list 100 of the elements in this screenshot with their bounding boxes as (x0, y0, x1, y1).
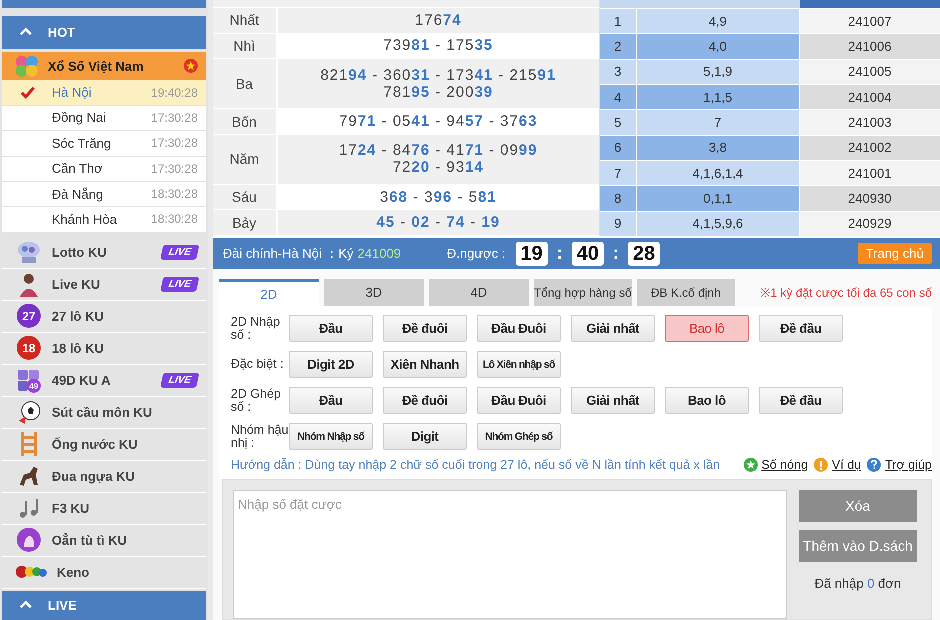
bet-type-button[interactable]: Đề đầu (759, 315, 843, 342)
bet-type-button[interactable]: Lô Xiên nhập số (477, 351, 561, 378)
lottery-item[interactable]: Đà Nẵng 18:30:28 (2, 182, 206, 208)
game-item[interactable]: 49 49D KU A LIVE (2, 364, 206, 397)
help-link[interactable]: Số nóng (744, 458, 808, 472)
table-cell: 4 (600, 84, 637, 110)
countdown-digits: 40 (572, 242, 604, 266)
result-numbers: 17674 (415, 12, 462, 29)
game-item[interactable]: Keno (2, 556, 206, 589)
guide-text: Hướng dẫn : Dùng tay nhập 2 chữ số cuối trong 27 lô, nếu số về N lần tính kết quả x lần (231, 458, 722, 472)
game-item[interactable]: Sút cầu môn KU (2, 396, 206, 429)
draw-time: 17:30:28 (151, 136, 198, 150)
section-header[interactable]: LIVE (2, 590, 206, 620)
draw-time: 18:30:28 (151, 187, 198, 202)
bet-input-field[interactable]: Nhập số đặt cược (233, 490, 787, 619)
game-label: Sút cầu môn KU (52, 404, 154, 420)
table-cell: 1 (600, 9, 637, 34)
result-numbers: 73981 - 17535 (384, 37, 494, 54)
bet-type-button[interactable]: Digit (383, 423, 467, 450)
bet-type-button[interactable]: Bao lô (665, 387, 749, 414)
lottery-item[interactable]: Khánh Hòa 18:30:28 (2, 207, 206, 233)
bet-type-button[interactable]: Nhóm Nhập số (289, 423, 373, 450)
bet-type-button[interactable]: Nhóm Ghép số (477, 423, 561, 450)
tab[interactable]: ĐB K.cố định (637, 279, 735, 306)
category-item[interactable]: Xổ Số Việt Nam (2, 52, 206, 80)
section-header[interactable]: HOT (2, 16, 206, 50)
lottery-name: Đà Nẵng (52, 186, 104, 202)
table-cell: 2 (600, 34, 637, 59)
game-item[interactable]: Live KU LIVE (2, 268, 206, 301)
table-cell: 5 (600, 110, 637, 135)
live-badge: LIVE (160, 276, 200, 292)
help-link[interactable]: Ví dụ (814, 458, 862, 472)
bet-type-button[interactable]: Giải nhất (571, 387, 655, 414)
lottery-item[interactable]: Hà Nội 19:40:28 (2, 80, 206, 106)
game-item[interactable]: Oẳn tù tì KU (2, 524, 206, 557)
ball-icon: 18 (16, 335, 42, 362)
exclamation-icon (814, 458, 828, 472)
help-link[interactable]: Trợ giúp (867, 458, 932, 472)
game-label: Oẳn tù tì KU (52, 532, 128, 548)
table-cell: 3,8 (637, 136, 800, 160)
game-item[interactable]: 18 18 lô KU (2, 332, 206, 365)
game-item[interactable]: Đua ngựa KU (2, 460, 206, 493)
game-item[interactable]: 27 27 lô KU (2, 300, 206, 333)
lottery-item[interactable]: Sóc Trăng 17:30:28 (2, 131, 206, 156)
table-cell: 241007 (800, 9, 940, 34)
lottery-item[interactable]: Cần Thơ 17:30:28 (2, 156, 206, 182)
table-cell: 241001 (800, 160, 940, 186)
table-cell: 4,9 (637, 9, 800, 34)
bet-type-button[interactable]: Đầu (289, 315, 373, 342)
bet-type-button[interactable]: Đầu Đuôi (477, 387, 561, 414)
bet-type-button[interactable]: Đề đầu (759, 387, 843, 414)
prize-label: Bốn (213, 109, 278, 134)
bet-type-button[interactable]: Xiên Nhanh (383, 351, 467, 378)
star-icon (744, 458, 758, 472)
bet-type-button[interactable]: Đầu (289, 387, 373, 414)
lottery-item[interactable]: Đồng Nai 17:30:28 (2, 106, 206, 132)
table-cell: 4,1,5,9,6 (637, 212, 800, 236)
bet-type-button[interactable]: Đầu Đuôi (477, 315, 561, 342)
game-label: 27 lô KU (52, 308, 106, 324)
tab[interactable]: 4D (429, 279, 529, 306)
game-item[interactable]: Lotto KU LIVE (2, 236, 206, 269)
draw-time: 19:40:28 (151, 86, 198, 100)
countdown-digits: 19 (516, 242, 548, 266)
bet-type-button[interactable]: Digit 2D (289, 351, 373, 378)
bet-type-button[interactable]: Giải nhất (571, 315, 655, 342)
game-item[interactable]: Ống nước KU (2, 428, 206, 461)
table-cell: 7 (600, 160, 637, 186)
game-label: Đua ngựa KU (52, 468, 136, 484)
lottery-name: Đồng Nai (52, 110, 108, 126)
ball-icon: 27 (16, 303, 42, 330)
table-cell: 241006 (800, 34, 940, 59)
table-cell: 240930 (800, 186, 940, 211)
tab[interactable]: 3D (324, 279, 424, 306)
tab[interactable]: 2D (219, 279, 319, 306)
lottery-machine-icon (16, 239, 42, 266)
draw-time: 18:30:28 (151, 212, 198, 226)
table-cell: 3 (600, 60, 637, 84)
entry-count: Đã nhập 0 đơn (814, 576, 902, 591)
prize-label: Sáu (213, 184, 278, 210)
result-numbers: 82194 - 36031 - 17341 - 21591 (320, 66, 556, 84)
bet-type-button[interactable]: Đề đuôi (383, 315, 467, 342)
table-cell: 241005 (800, 60, 940, 84)
lottery-balls-icon (14, 53, 40, 80)
row-label: 2D Nhập số : (231, 316, 282, 342)
table-cell: 1,1,5 (637, 84, 800, 110)
game-label: Live KU (52, 276, 102, 292)
table-cell: 241003 (800, 110, 940, 135)
table-cell: 0,1,1 (637, 186, 800, 211)
check-icon (20, 86, 36, 100)
countdown-digits: 28 (628, 242, 660, 266)
game-label: Lotto KU (52, 244, 108, 260)
bet-type-button[interactable]: Đề đuôi (383, 387, 467, 414)
limit-note: ※1 kỳ đặt cược tối đa 65 con số (760, 285, 932, 301)
table-cell: 9 (600, 212, 637, 236)
tab[interactable]: Tổng hợp hàng số (534, 279, 632, 306)
game-item[interactable]: F3 KU (2, 492, 206, 525)
lottery-name: Hà Nội (52, 85, 93, 100)
row-label: Đặc biệt : (231, 358, 285, 371)
lottery-name: Sóc Trăng (52, 136, 112, 151)
time-separator: : (556, 243, 563, 264)
